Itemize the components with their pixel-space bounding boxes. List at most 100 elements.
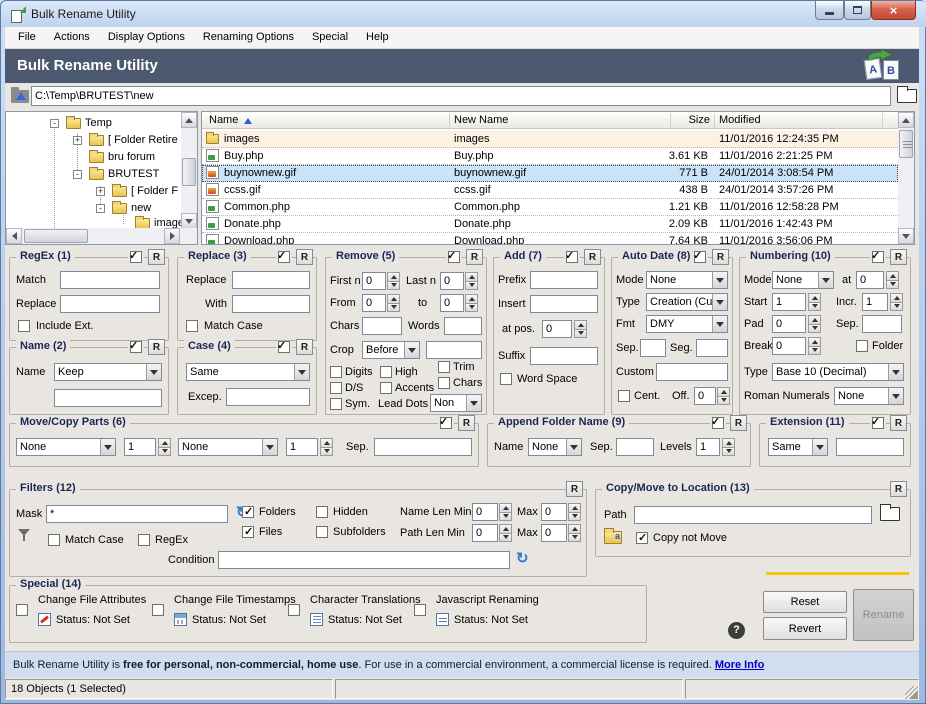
hidden-checkbox[interactable]: [316, 506, 328, 518]
crop-mode-dropdown[interactable]: Before: [362, 341, 420, 359]
reset-button[interactable]: Reset: [763, 591, 847, 613]
date-sep-input[interactable]: [640, 339, 666, 357]
extension-input[interactable]: [836, 438, 904, 456]
collapse-toggle[interactable]: -: [50, 119, 59, 128]
menu-help[interactable]: Help: [357, 27, 398, 48]
scroll-up-button[interactable]: [181, 112, 197, 128]
case-mode-dropdown[interactable]: Same: [186, 363, 310, 381]
file-attributes-icon[interactable]: [38, 613, 51, 626]
at-pos-input[interactable]: [542, 320, 572, 338]
column-header-modified[interactable]: Modified: [719, 112, 761, 129]
to-spinner[interactable]: [465, 294, 478, 312]
remove-reset-button[interactable]: R: [466, 249, 483, 265]
double-space-checkbox[interactable]: [330, 382, 342, 394]
change-file-attributes-checkbox[interactable]: [16, 604, 28, 616]
move-copy-mode2-dropdown[interactable]: None: [178, 438, 278, 456]
numbering-break-input[interactable]: [772, 337, 806, 355]
scroll-right-button[interactable]: [164, 228, 180, 244]
expand-toggle[interactable]: +: [96, 187, 105, 196]
name-len-max-spinner[interactable]: [568, 503, 581, 521]
folder-tree[interactable]: - Temp + [ Folder Retire bru forum - BRU…: [5, 111, 198, 245]
chars-checkbox[interactable]: [438, 377, 450, 389]
append-folder-reset-button[interactable]: R: [730, 415, 747, 431]
levels-input[interactable]: [696, 438, 720, 456]
folders-checkbox[interactable]: [242, 506, 254, 518]
filter-regex-checkbox[interactable]: [138, 534, 150, 546]
at-pos-spinner[interactable]: [574, 320, 587, 338]
prefix-input[interactable]: [530, 271, 598, 289]
title-bar[interactable]: Bulk Rename Utility ×: [1, 1, 926, 27]
from-spinner[interactable]: [387, 294, 400, 312]
append-folder-mode-dropdown[interactable]: None: [528, 438, 582, 456]
change-file-timestamps-checkbox[interactable]: [152, 604, 164, 616]
menu-file[interactable]: File: [9, 27, 45, 48]
remove-from-input[interactable]: [362, 294, 386, 312]
regex-match-input[interactable]: [60, 271, 160, 289]
numbering-mode-dropdown[interactable]: None: [772, 271, 834, 289]
case-exceptions-input[interactable]: [226, 388, 310, 406]
scroll-down-button[interactable]: [898, 228, 914, 244]
column-header-new-name[interactable]: New Name: [454, 112, 508, 129]
replace-enabled-checkbox[interactable]: [278, 251, 290, 263]
numbering-start-input[interactable]: [772, 293, 806, 311]
mask-input[interactable]: [46, 505, 228, 523]
move-copy-count2-input[interactable]: [286, 438, 318, 456]
tree-vertical-scrollbar[interactable]: [181, 112, 197, 229]
copy-move-path-input[interactable]: [634, 506, 872, 524]
name-mode-dropdown[interactable]: Keep: [54, 363, 162, 381]
at-spinner[interactable]: [886, 271, 899, 289]
copy-move-reset-button[interactable]: R: [890, 481, 907, 497]
rename-button[interactable]: Rename: [853, 589, 914, 641]
path-len-min-spinner[interactable]: [499, 524, 512, 542]
file-row-download-php[interactable]: Download.php Download.php 7.64 KB 11/01/…: [202, 233, 898, 245]
files-checkbox[interactable]: [242, 526, 254, 538]
folder-checkbox[interactable]: [856, 340, 868, 352]
file-row-buynownew-gif[interactable]: buynownew.gif buynownew.gif 771 B 24/01/…: [202, 165, 898, 182]
file-list[interactable]: Name New Name Size Modified images image…: [201, 111, 915, 245]
numbering-type-dropdown[interactable]: Base 10 (Decimal): [772, 363, 904, 381]
condition-input[interactable]: [218, 551, 510, 569]
match-case-checkbox[interactable]: [186, 320, 198, 332]
list-vertical-scrollbar[interactable]: [898, 112, 914, 244]
subfolders-checkbox[interactable]: [316, 526, 328, 538]
tree-horizontal-scrollbar[interactable]: [6, 228, 181, 245]
help-button[interactable]: ?: [728, 622, 745, 639]
more-info-link[interactable]: More Info: [715, 659, 765, 671]
path-len-min-input[interactable]: [472, 524, 498, 542]
move-copy-reset-button[interactable]: R: [458, 415, 475, 431]
date-seg-input[interactable]: [696, 339, 728, 357]
collapse-toggle[interactable]: -: [96, 204, 105, 213]
pad-spinner[interactable]: [808, 315, 821, 333]
revert-button[interactable]: Revert: [763, 617, 847, 640]
menu-special[interactable]: Special: [303, 27, 357, 48]
regex-reset-button[interactable]: R: [148, 249, 165, 265]
name-len-min-input[interactable]: [472, 503, 498, 521]
column-header-name[interactable]: Name: [209, 112, 238, 129]
file-row-images[interactable]: images images 11/01/2016 12:24:35 PM: [202, 131, 898, 148]
date-format-dropdown[interactable]: DMY: [646, 315, 728, 333]
maximize-button[interactable]: [844, 1, 871, 20]
menu-display-options[interactable]: Display Options: [99, 27, 194, 48]
menu-actions[interactable]: Actions: [45, 27, 99, 48]
include-ext-checkbox[interactable]: [18, 320, 30, 332]
regex-enabled-checkbox[interactable]: [130, 251, 142, 263]
column-header-size[interactable]: Size: [652, 112, 710, 128]
extension-mode-dropdown[interactable]: Same: [768, 438, 828, 456]
numbering-at-input[interactable]: [856, 271, 884, 289]
name-fixed-input[interactable]: [54, 389, 162, 407]
start-spinner[interactable]: [808, 293, 821, 311]
minimize-button[interactable]: [815, 1, 844, 20]
century-checkbox[interactable]: [618, 390, 630, 402]
remove-to-input[interactable]: [440, 294, 464, 312]
browse-folder-icon[interactable]: [897, 89, 917, 103]
extension-enabled-checkbox[interactable]: [872, 417, 884, 429]
filter-match-case-checkbox[interactable]: [48, 534, 60, 546]
path-input[interactable]: [31, 86, 891, 106]
offset-spinner[interactable]: [717, 387, 730, 405]
append-folder-sep-input[interactable]: [616, 438, 654, 456]
replace-input[interactable]: [232, 271, 310, 289]
scrollbar-thumb[interactable]: [899, 130, 913, 158]
remove-last-n-input[interactable]: [440, 272, 464, 290]
menu-renaming-options[interactable]: Renaming Options: [194, 27, 303, 48]
count1-spinner[interactable]: [158, 438, 171, 456]
